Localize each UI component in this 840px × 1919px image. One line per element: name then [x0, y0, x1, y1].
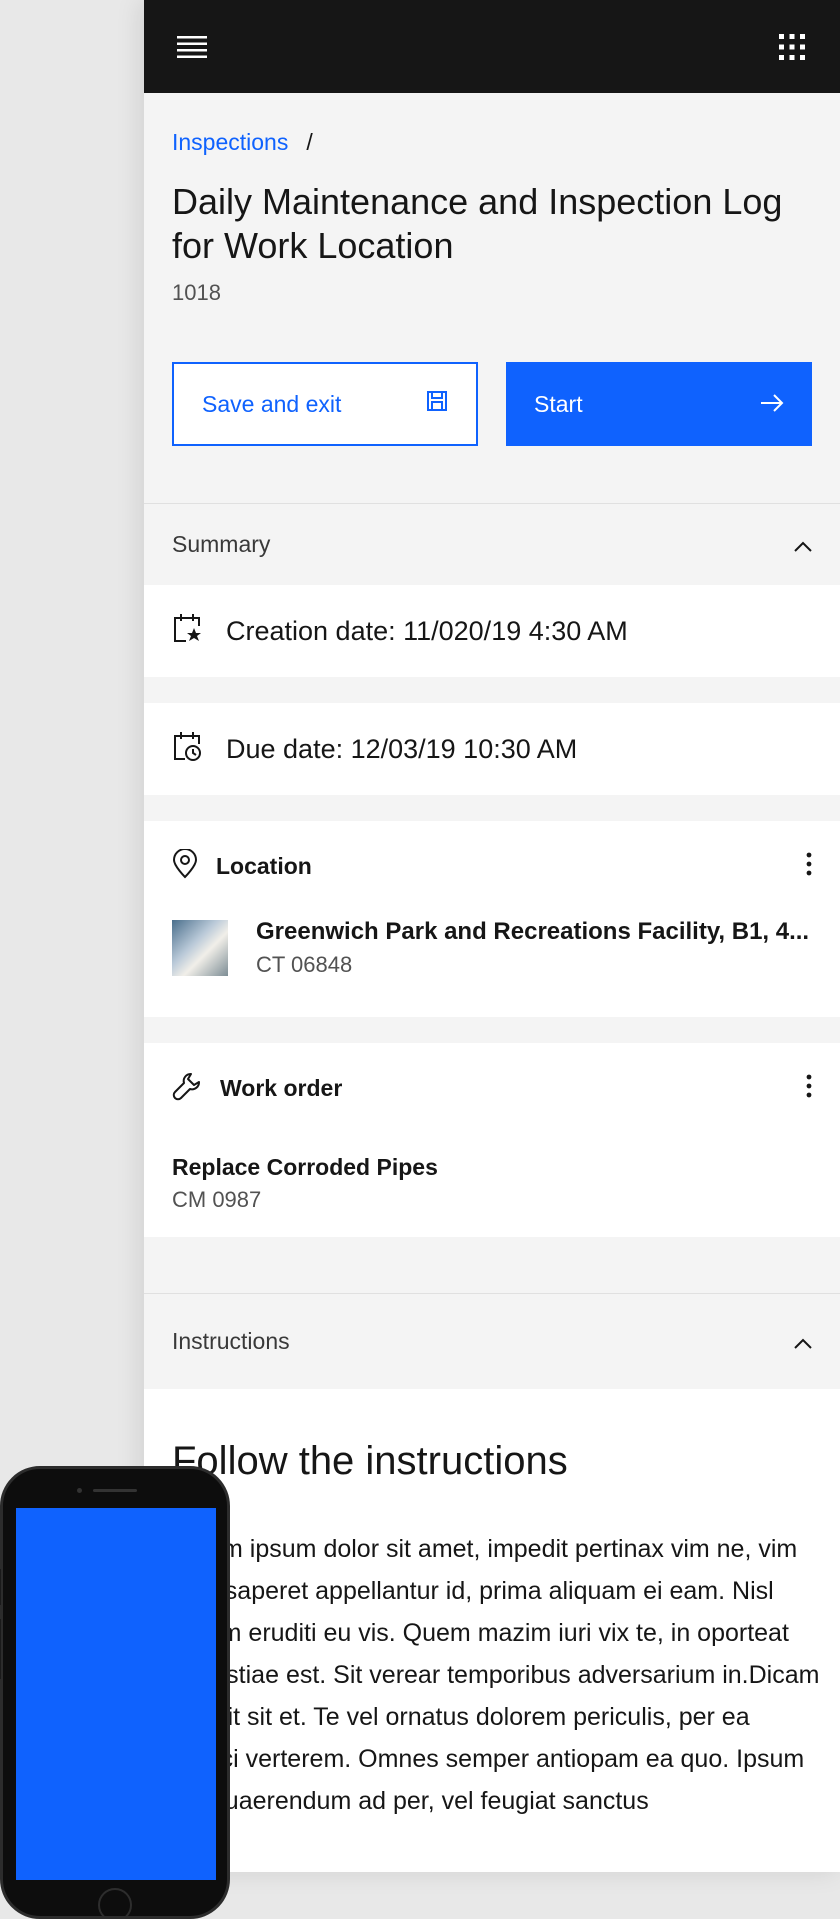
- menu-icon[interactable]: [172, 27, 212, 67]
- phone-home-button: [98, 1888, 132, 1919]
- phone-camera: [77, 1488, 82, 1493]
- work-order-card-header: Work order: [172, 1071, 812, 1106]
- spacer: [144, 795, 840, 821]
- summary-label: Summary: [172, 531, 271, 557]
- location-subtext: CT 06848: [256, 952, 353, 977]
- chevron-up-icon: [794, 1328, 812, 1355]
- location-item[interactable]: Greenwich Park and Recreations Facility,…: [172, 918, 812, 978]
- phone-speaker: [93, 1489, 137, 1492]
- start-label: Start: [534, 390, 583, 417]
- app-switcher-icon[interactable]: [772, 27, 812, 67]
- save-icon: [426, 390, 448, 418]
- phone-side-button: [0, 1619, 1, 1679]
- breadcrumb: Inspections /: [172, 129, 812, 156]
- instructions-title: Follow the instructions: [172, 1439, 568, 1483]
- phone-device: [0, 1466, 230, 1919]
- spacer: [144, 677, 840, 703]
- action-bar: Save and exit Start: [172, 362, 812, 446]
- overflow-menu-icon[interactable]: [806, 1074, 812, 1103]
- calendar-clock-icon: [172, 730, 202, 769]
- location-name: Greenwich Park and Recreations Facility,…: [256, 918, 810, 945]
- breadcrumb-separator: /: [306, 129, 313, 155]
- page-subtitle: 1018: [172, 280, 221, 305]
- location-pin-icon: [172, 848, 198, 884]
- spacer: [144, 1017, 840, 1043]
- save-and-exit-label: Save and exit: [202, 390, 342, 417]
- start-button[interactable]: Start: [506, 362, 812, 446]
- work-order-label: Work order: [220, 1075, 343, 1101]
- instructions-text: Lorem ipsum dolor sit amet, impedit pert…: [172, 1535, 820, 1815]
- spacer: [144, 1237, 840, 1293]
- breadcrumb-link-inspections[interactable]: Inspections: [172, 129, 288, 156]
- creation-date-text: Creation date: 11/020/19 4:30 AM: [226, 615, 628, 646]
- work-order-card: Work order Replace Corroded Pipes CM 098…: [144, 1043, 840, 1237]
- page-title: Daily Maintenance and Inspection Log for…: [172, 181, 783, 266]
- chevron-up-icon: [794, 531, 812, 558]
- due-date-tile: Due date: 12/03/19 10:30 AM: [144, 703, 840, 795]
- work-order-name[interactable]: Replace Corroded Pipes: [172, 1154, 812, 1181]
- instructions-content: Follow the instructions Lorem ipsum dolo…: [144, 1389, 840, 1872]
- due-date-text: Due date: 12/03/19 10:30 AM: [226, 733, 578, 764]
- location-thumbnail: [172, 920, 228, 976]
- location-label: Location: [216, 853, 312, 879]
- phone-side-button: [0, 1569, 1, 1605]
- phone-screen: [16, 1508, 216, 1880]
- creation-date-tile: Creation date: 11/020/19 4:30 AM: [144, 585, 840, 677]
- summary-accordion-header[interactable]: Summary: [144, 503, 840, 585]
- location-card-header: Location: [172, 848, 812, 884]
- location-card: Location Greenwich Park and Recreations …: [144, 821, 840, 1017]
- app-window: Inspections / Daily Maintenance and Insp…: [144, 0, 840, 1872]
- calendar-star-icon: [172, 612, 202, 651]
- save-and-exit-button[interactable]: Save and exit: [172, 362, 479, 446]
- page-header: Inspections / Daily Maintenance and Insp…: [144, 93, 840, 503]
- overflow-menu-icon[interactable]: [806, 852, 812, 881]
- top-bar: [144, 0, 840, 93]
- instructions-label: Instructions: [172, 1328, 290, 1354]
- wrench-icon: [172, 1071, 202, 1106]
- arrow-right-icon: [760, 391, 784, 418]
- instructions-accordion-header[interactable]: Instructions: [144, 1293, 840, 1389]
- work-order-id: CM 0987: [172, 1187, 262, 1212]
